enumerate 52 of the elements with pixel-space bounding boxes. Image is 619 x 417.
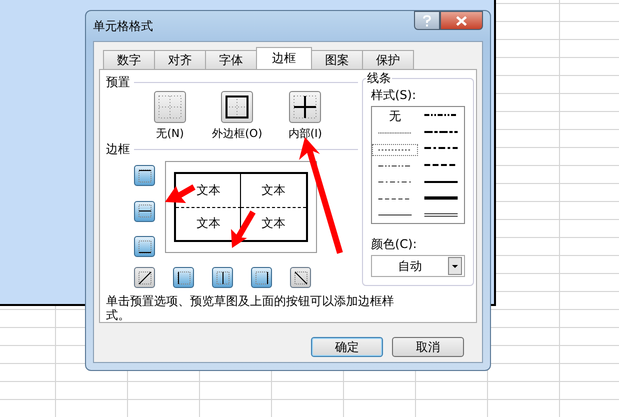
left-border-icon: [176, 270, 190, 284]
border-toggle-button[interactable]: [134, 165, 155, 186]
preset-label: 无(N): [156, 126, 184, 141]
preview-cell-text: 文本: [241, 174, 306, 208]
group-label: 边框: [106, 141, 130, 158]
annotation-arrow: [165, 184, 196, 203]
group-label: 预置: [106, 74, 130, 91]
color-label: 颜色(C):: [371, 236, 418, 253]
border-preview[interactable]: 文本 文本 文本 文本: [165, 161, 317, 253]
preset-button[interactable]: [289, 91, 322, 123]
border-toggle-button[interactable]: [134, 267, 155, 288]
cancel-button[interactable]: 取消: [392, 337, 464, 357]
tab[interactable]: 数字: [103, 50, 155, 69]
preset-button[interactable]: [221, 91, 254, 123]
outline-border-icon: [225, 95, 250, 119]
line-style-option[interactable]: [372, 144, 418, 156]
border-toggle-button[interactable]: [173, 267, 194, 288]
bottom-border-icon: [138, 240, 152, 254]
vertical-border-icon: [216, 270, 230, 284]
style-label: 样式(S):: [371, 87, 418, 104]
border-toggle-button[interactable]: [134, 236, 155, 257]
top-border-icon: [138, 168, 152, 182]
question-icon: [422, 14, 432, 26]
dialog-title: 单元格格式: [93, 18, 153, 34]
preview-cell-text: 文本: [260, 215, 286, 232]
border-toggle-button[interactable]: [290, 267, 311, 288]
close-icon: [456, 16, 467, 26]
border-toggle-button[interactable]: [251, 267, 272, 288]
hint-text: 单击预置选项、预览草图及上面的按钮可以添加边框样式。: [106, 294, 395, 322]
diagonal-down-icon: [294, 270, 308, 284]
ok-button[interactable]: 确定: [311, 337, 383, 357]
tab[interactable]: 保护: [362, 50, 414, 69]
color-dropdown[interactable]: 自动: [371, 255, 465, 277]
right-border-icon: [254, 270, 268, 284]
diagonal-up-icon: [138, 270, 152, 284]
close-button[interactable]: [440, 11, 483, 30]
no-line-option[interactable]: 无: [372, 109, 418, 123]
help-button[interactable]: [414, 11, 440, 30]
preview-cell-text: 文本: [196, 215, 222, 232]
tab[interactable]: 字体: [205, 50, 257, 69]
middle-border-icon: [138, 204, 152, 218]
border-toggle-button[interactable]: [212, 267, 233, 288]
border-toggle-button[interactable]: [134, 200, 155, 222]
tab[interactable]: 边框: [256, 47, 312, 69]
line-style-list[interactable]: 无: [371, 106, 465, 224]
annotation-arrow: [231, 210, 256, 248]
tab[interactable]: 图案: [311, 50, 363, 69]
inside-border-icon: [293, 95, 318, 119]
preset-label: 外边框(O): [212, 126, 262, 141]
preset-label: 内部(I): [288, 126, 322, 141]
tab[interactable]: 对齐: [154, 50, 206, 69]
no-border-icon: [158, 95, 182, 119]
